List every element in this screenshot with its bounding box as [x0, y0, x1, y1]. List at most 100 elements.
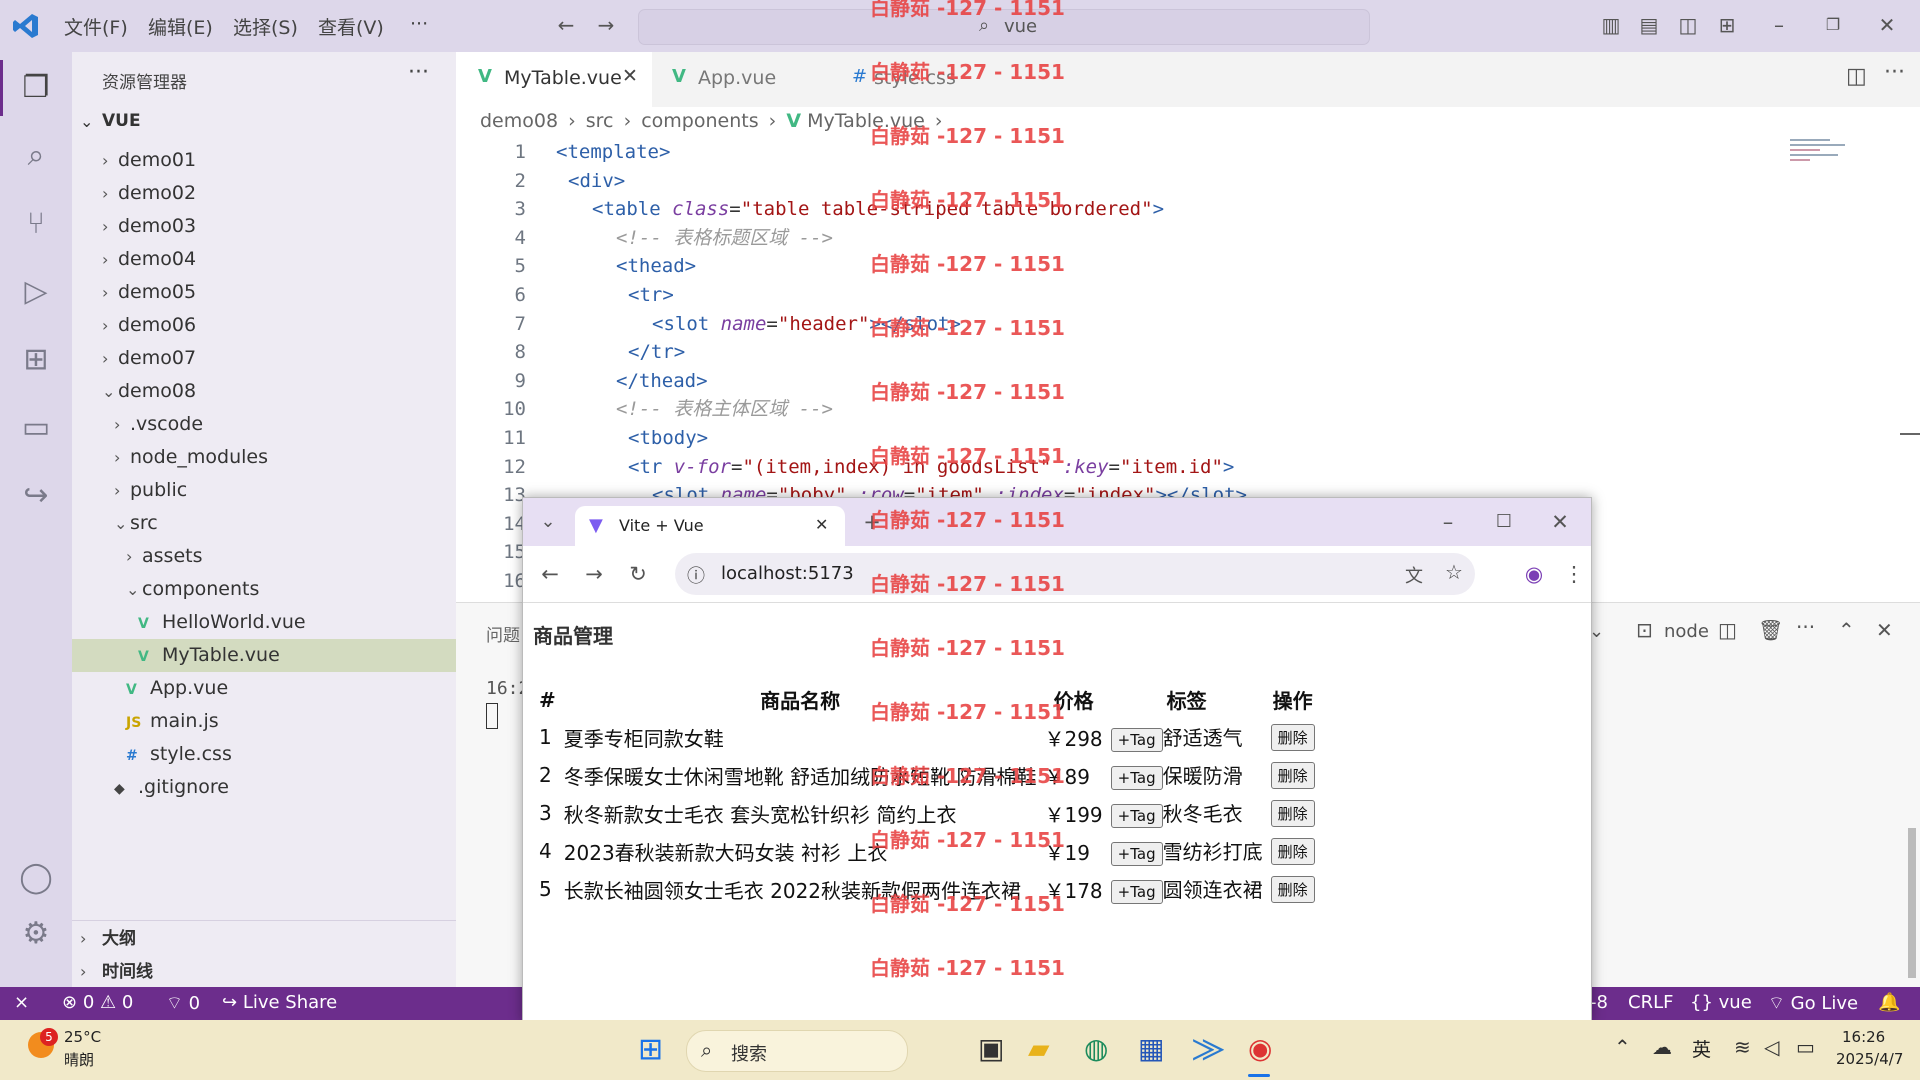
remote-icon[interactable]: ⨯	[14, 992, 29, 1013]
windows-start-icon[interactable]: ⊞	[638, 1032, 663, 1067]
more-actions-icon[interactable]: ···	[1796, 615, 1815, 639]
tree-item[interactable]: › demo04	[72, 243, 456, 276]
code-line[interactable]: 1 <template>	[456, 138, 1756, 167]
tab-mytable[interactable]: V MyTable.vue ✕	[456, 52, 652, 107]
code-line[interactable]: 11 <tbody>	[456, 424, 1756, 453]
code-line[interactable]: 8 </tr>	[456, 338, 1756, 367]
tree-item[interactable]: › demo07	[72, 342, 456, 375]
mute-icon[interactable]: ◁	[1764, 1035, 1779, 1059]
task-view-icon[interactable]: ▣	[978, 1032, 1004, 1065]
tree-item[interactable]: › demo02	[72, 177, 456, 210]
tree-item[interactable]: V MyTable.vue	[72, 639, 456, 672]
battery-icon[interactable]: ▭	[1796, 1035, 1815, 1059]
tree-item[interactable]: ◆ .gitignore	[72, 771, 456, 802]
menu-edit[interactable]: 编辑(E)	[148, 13, 213, 40]
code-line[interactable]: 2 <div>	[456, 167, 1756, 196]
edge-icon[interactable]: ◍	[1084, 1032, 1108, 1065]
translate-icon[interactable]: 文	[1405, 562, 1423, 588]
outline-section[interactable]: › 大纲	[80, 922, 136, 955]
tree-item[interactable]: › public	[72, 474, 456, 507]
tree-item[interactable]: JS main.js	[72, 705, 456, 738]
address-bar[interactable]: ⓘ localhost:5173 文 ☆	[675, 553, 1475, 595]
delete-button[interactable]: 删除	[1270, 723, 1315, 751]
workspace-root[interactable]: ⌄ VUE	[72, 105, 456, 138]
problems-tab[interactable]: 问题	[486, 621, 520, 646]
back-arrow-icon[interactable]: ←	[555, 14, 577, 36]
menu-view[interactable]: 查看(V)	[318, 13, 384, 40]
back-arrow-icon[interactable]: ←	[535, 559, 565, 589]
menu-select[interactable]: 选择(S)	[233, 13, 298, 40]
code-line[interactable]: 6 <tr>	[456, 281, 1756, 310]
trash-icon[interactable]: 🗑	[1758, 618, 1783, 642]
terminal-name[interactable]: node	[1664, 621, 1709, 642]
explorer-icon[interactable]: ❐	[16, 68, 56, 108]
tree-item[interactable]: ⌄ src	[72, 507, 456, 540]
ports-status[interactable]: ⌔ 0	[166, 992, 200, 1015]
site-info-icon[interactable]: ⓘ	[687, 562, 705, 588]
more-actions-icon[interactable]: ···	[408, 60, 429, 85]
scrollbar-thumb[interactable]	[1908, 828, 1916, 978]
source-control-icon[interactable]: ⑂	[16, 204, 56, 244]
breadcrumb-item[interactable]: src	[586, 110, 614, 132]
file-explorer-icon[interactable]: ▰	[1028, 1032, 1050, 1065]
delete-button[interactable]: 删除	[1270, 837, 1315, 865]
live-share-icon[interactable]: ↪	[16, 476, 56, 516]
tree-item[interactable]: ⌄ demo08	[72, 375, 456, 408]
add-tag-button[interactable]: +Tag	[1110, 880, 1163, 904]
code-line[interactable]: 10 <!-- 表格主体区域 -->	[456, 395, 1756, 424]
minimize-icon[interactable]: –	[1768, 14, 1790, 36]
add-tag-button[interactable]: +Tag	[1110, 842, 1163, 866]
breadcrumb-item[interactable]: components	[641, 110, 758, 132]
bell-icon[interactable]: 🔔	[1878, 992, 1900, 1013]
problems-status[interactable]: ⊗ 0 ⚠ 0	[62, 992, 133, 1013]
url-text[interactable]: localhost:5173	[721, 563, 854, 584]
manage-gear-icon[interactable]: ⚙	[16, 914, 56, 954]
chrome-icon[interactable]: ◉	[1248, 1032, 1272, 1065]
tree-item[interactable]: › .vscode	[72, 408, 456, 441]
store-icon[interactable]: ▦	[1138, 1032, 1164, 1065]
reload-icon[interactable]: ↻	[623, 559, 653, 589]
close-panel-icon[interactable]: ✕	[1876, 618, 1893, 642]
close-icon[interactable]: ✕	[1876, 14, 1898, 36]
menu-more[interactable]: ···	[410, 13, 428, 35]
minimap[interactable]	[1790, 136, 1860, 196]
go-live-button[interactable]: ⌔ Go Live	[1768, 992, 1858, 1015]
profile-icon[interactable]: ◉	[1519, 559, 1549, 589]
code-line[interactable]: 7 <slot name="header"></slot>	[456, 310, 1756, 339]
weather-desc[interactable]: 晴朗	[64, 1049, 94, 1070]
clock-time[interactable]: 16:26	[1842, 1028, 1885, 1046]
encoding-status[interactable]: -8	[1590, 992, 1608, 1013]
maximize-panel-icon[interactable]: ⌃	[1838, 618, 1855, 642]
tree-item[interactable]: › demo03	[72, 210, 456, 243]
code-line[interactable]: 3 <table class="table table-striped table…	[456, 195, 1756, 224]
language-status[interactable]: {} vue	[1690, 992, 1752, 1013]
tab-app[interactable]: V App.vue	[652, 52, 832, 107]
run-debug-icon[interactable]: ▷	[16, 272, 56, 312]
wifi-icon[interactable]: ≋	[1734, 1035, 1751, 1059]
customize-layout-icon[interactable]: ⊞	[1716, 14, 1738, 36]
ime-indicator[interactable]: 英	[1692, 1035, 1711, 1062]
split-terminal-icon[interactable]: ◫	[1718, 618, 1737, 642]
cloud-icon[interactable]: ☁	[1652, 1035, 1672, 1059]
tree-item[interactable]: › demo05	[72, 276, 456, 309]
add-tag-button[interactable]: +Tag	[1110, 804, 1163, 828]
chevron-up-icon[interactable]: ⌃	[1614, 1035, 1631, 1059]
minimize-icon[interactable]: –	[1433, 507, 1463, 537]
code-line[interactable]: 5 <thead>	[456, 252, 1756, 281]
tab-search-icon[interactable]: ⌄	[533, 507, 563, 537]
close-tab-icon[interactable]: ✕	[815, 515, 828, 534]
tree-item[interactable]: › node_modules	[72, 441, 456, 474]
restore-icon[interactable]: ❐	[1822, 14, 1844, 36]
toggle-panel-icon[interactable]: ▤	[1638, 14, 1660, 36]
weather-temp[interactable]: 25°C	[64, 1028, 101, 1046]
toggle-secondary-sidebar-icon[interactable]: ◫	[1677, 14, 1699, 36]
split-editor-icon[interactable]: ◫	[1846, 64, 1867, 89]
tree-item[interactable]: › demo01	[72, 144, 456, 177]
taskbar-search[interactable]: ⌕ 搜索	[686, 1030, 908, 1072]
menu-file[interactable]: 文件(F)	[64, 13, 128, 40]
tree-item[interactable]: # style.css	[72, 738, 456, 771]
remote-explorer-icon[interactable]: ▭	[16, 408, 56, 448]
account-icon[interactable]: ◯	[16, 858, 56, 898]
forward-arrow-icon[interactable]: →	[595, 14, 617, 36]
code-line[interactable]: 9 </thead>	[456, 367, 1756, 396]
